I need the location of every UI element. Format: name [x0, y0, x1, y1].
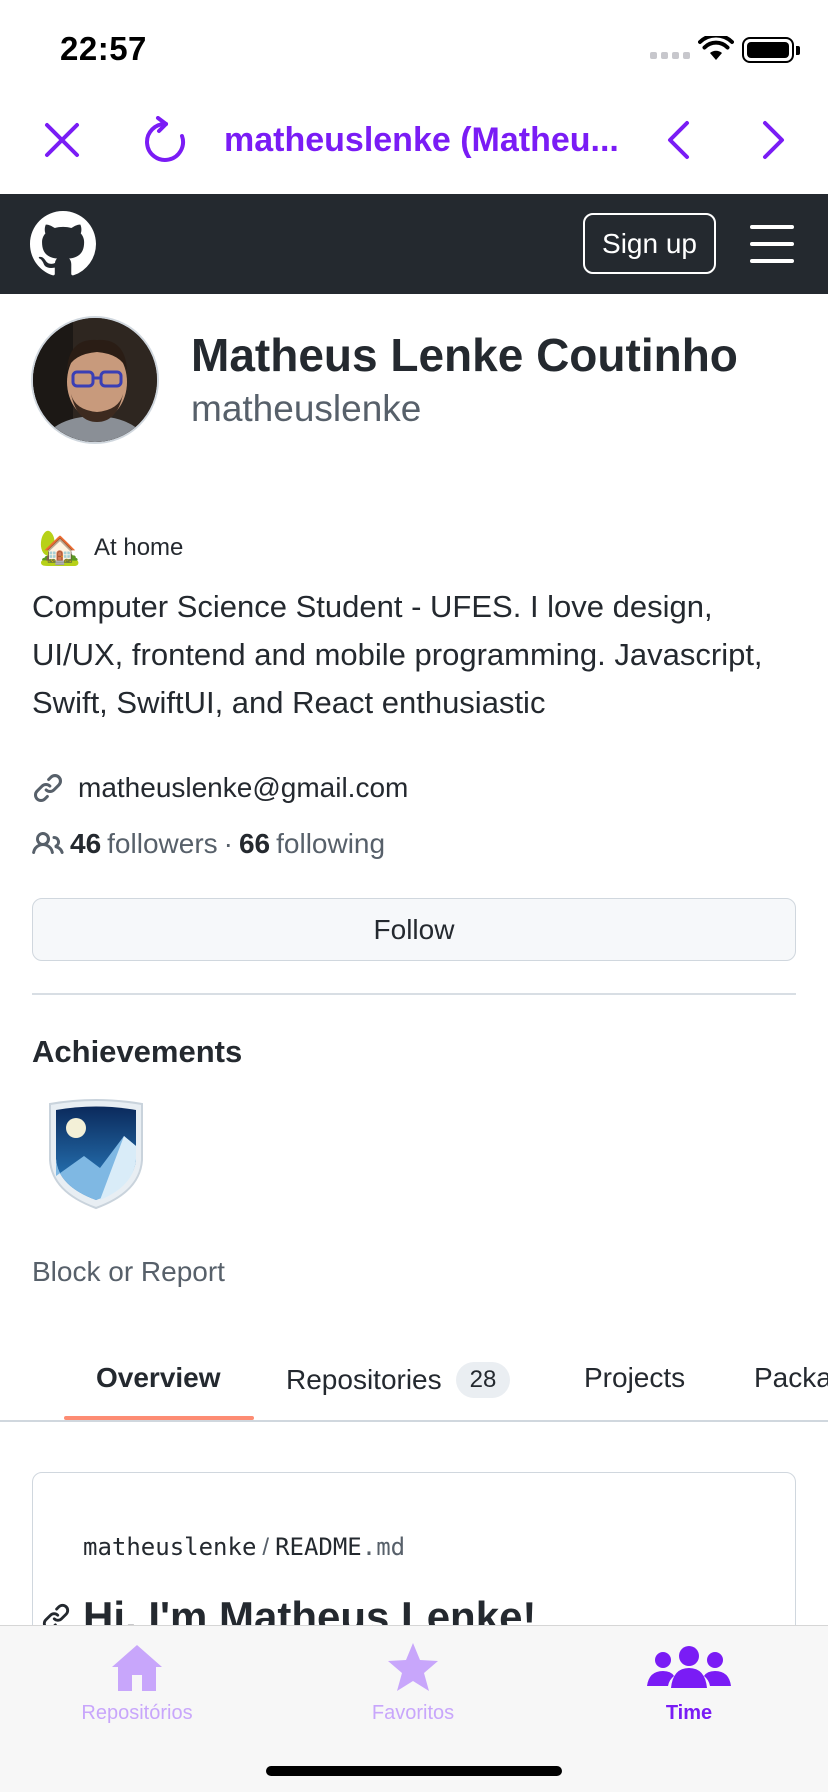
github-logo-icon[interactable] — [30, 211, 96, 277]
tab-repositories-label: Repositories — [286, 1364, 442, 1395]
active-tab-indicator — [64, 1416, 254, 1420]
chevron-right-icon — [763, 121, 784, 159]
cellular-signal-icon — [650, 52, 690, 59]
tabbar-item-repositorios[interactable]: Repositórios — [37, 1636, 237, 1725]
followers-label[interactable]: followers — [107, 828, 217, 860]
divider — [32, 993, 796, 995]
browser-title: matheuslenke (Matheu... — [224, 121, 619, 159]
close-button[interactable] — [32, 110, 92, 170]
block-or-report-link[interactable]: Block or Report — [32, 1256, 225, 1288]
browser-nav-bar: matheuslenke (Matheu... — [0, 96, 828, 194]
following-count[interactable]: 66 — [239, 828, 270, 860]
email-text[interactable]: matheuslenke@gmail.com — [78, 772, 408, 804]
battery-icon — [742, 37, 800, 63]
tabbar-label-time: Time — [665, 1702, 713, 1724]
tabbar-item-favoritos[interactable]: Favoritos — [313, 1636, 513, 1725]
people-icon — [647, 1646, 731, 1688]
tab-projects[interactable]: Projects — [584, 1362, 685, 1394]
house-icon — [112, 1645, 162, 1691]
readme-path[interactable]: matheuslenke / README.md — [83, 1533, 405, 1562]
status-bar: 22:57 — [0, 0, 828, 96]
home-indicator — [266, 1766, 562, 1776]
back-button[interactable] — [648, 110, 708, 170]
followers-count[interactable]: 46 — [70, 828, 101, 860]
achievement-badge-icon[interactable] — [44, 1096, 148, 1212]
readme-slash: / — [262, 1534, 270, 1561]
people-icon — [32, 831, 64, 855]
following-label[interactable]: following — [276, 828, 385, 860]
email-link[interactable]: matheuslenke@gmail.com — [32, 770, 408, 806]
signup-button[interactable]: Sign up — [583, 213, 716, 274]
tab-overview-label: Overview — [96, 1362, 221, 1393]
repositories-count-badge: 28 — [455, 1362, 511, 1398]
tabbar-label-favoritos: Favoritos — [371, 1702, 455, 1724]
profile-bio: Computer Science Student - UFES. I love … — [32, 589, 763, 720]
profile-tabs: Overview Repositories 28 Projects Packa — [0, 1346, 828, 1422]
readme-owner[interactable]: matheuslenke — [83, 1533, 256, 1561]
achievements-title: Achievements — [32, 1034, 243, 1069]
tab-overview[interactable]: Overview — [96, 1362, 221, 1394]
tab-projects-label: Projects — [584, 1362, 686, 1393]
status-time: 22:57 — [60, 30, 147, 67]
tabbar-item-time[interactable]: Time — [589, 1636, 789, 1725]
wifi-icon — [698, 36, 734, 60]
tab-packages-label: Packa — [754, 1362, 828, 1393]
close-icon — [45, 123, 79, 157]
profile-name: Matheus Lenke Coutinho — [191, 329, 738, 381]
chevron-left-icon — [668, 121, 689, 159]
avatar-image — [33, 318, 157, 442]
avatar[interactable] — [31, 316, 159, 444]
status-emoji: 🏡 — [38, 529, 82, 567]
user-status: 🏡 At home — [36, 524, 184, 572]
github-header: Sign up — [0, 194, 828, 294]
menu-icon[interactable] — [750, 225, 794, 263]
follow-stats: 46 followers · 66 following — [32, 826, 385, 862]
profile-username: matheuslenke — [191, 388, 422, 429]
status-text: At home — [94, 534, 184, 561]
tab-packages[interactable]: Packa — [754, 1362, 828, 1394]
tab-repositories[interactable]: Repositories 28 — [286, 1362, 511, 1398]
readme-ext: .md — [361, 1533, 406, 1561]
reload-button[interactable] — [136, 110, 196, 170]
readme-file[interactable]: README — [275, 1533, 362, 1561]
link-icon — [33, 773, 63, 803]
tabbar-label-repositorios: Repositórios — [81, 1702, 193, 1724]
stats-separator: · — [223, 828, 233, 859]
star-icon — [388, 1643, 438, 1691]
forward-button[interactable] — [744, 110, 804, 170]
reload-icon — [145, 116, 185, 162]
follow-button[interactable]: Follow — [32, 898, 796, 961]
